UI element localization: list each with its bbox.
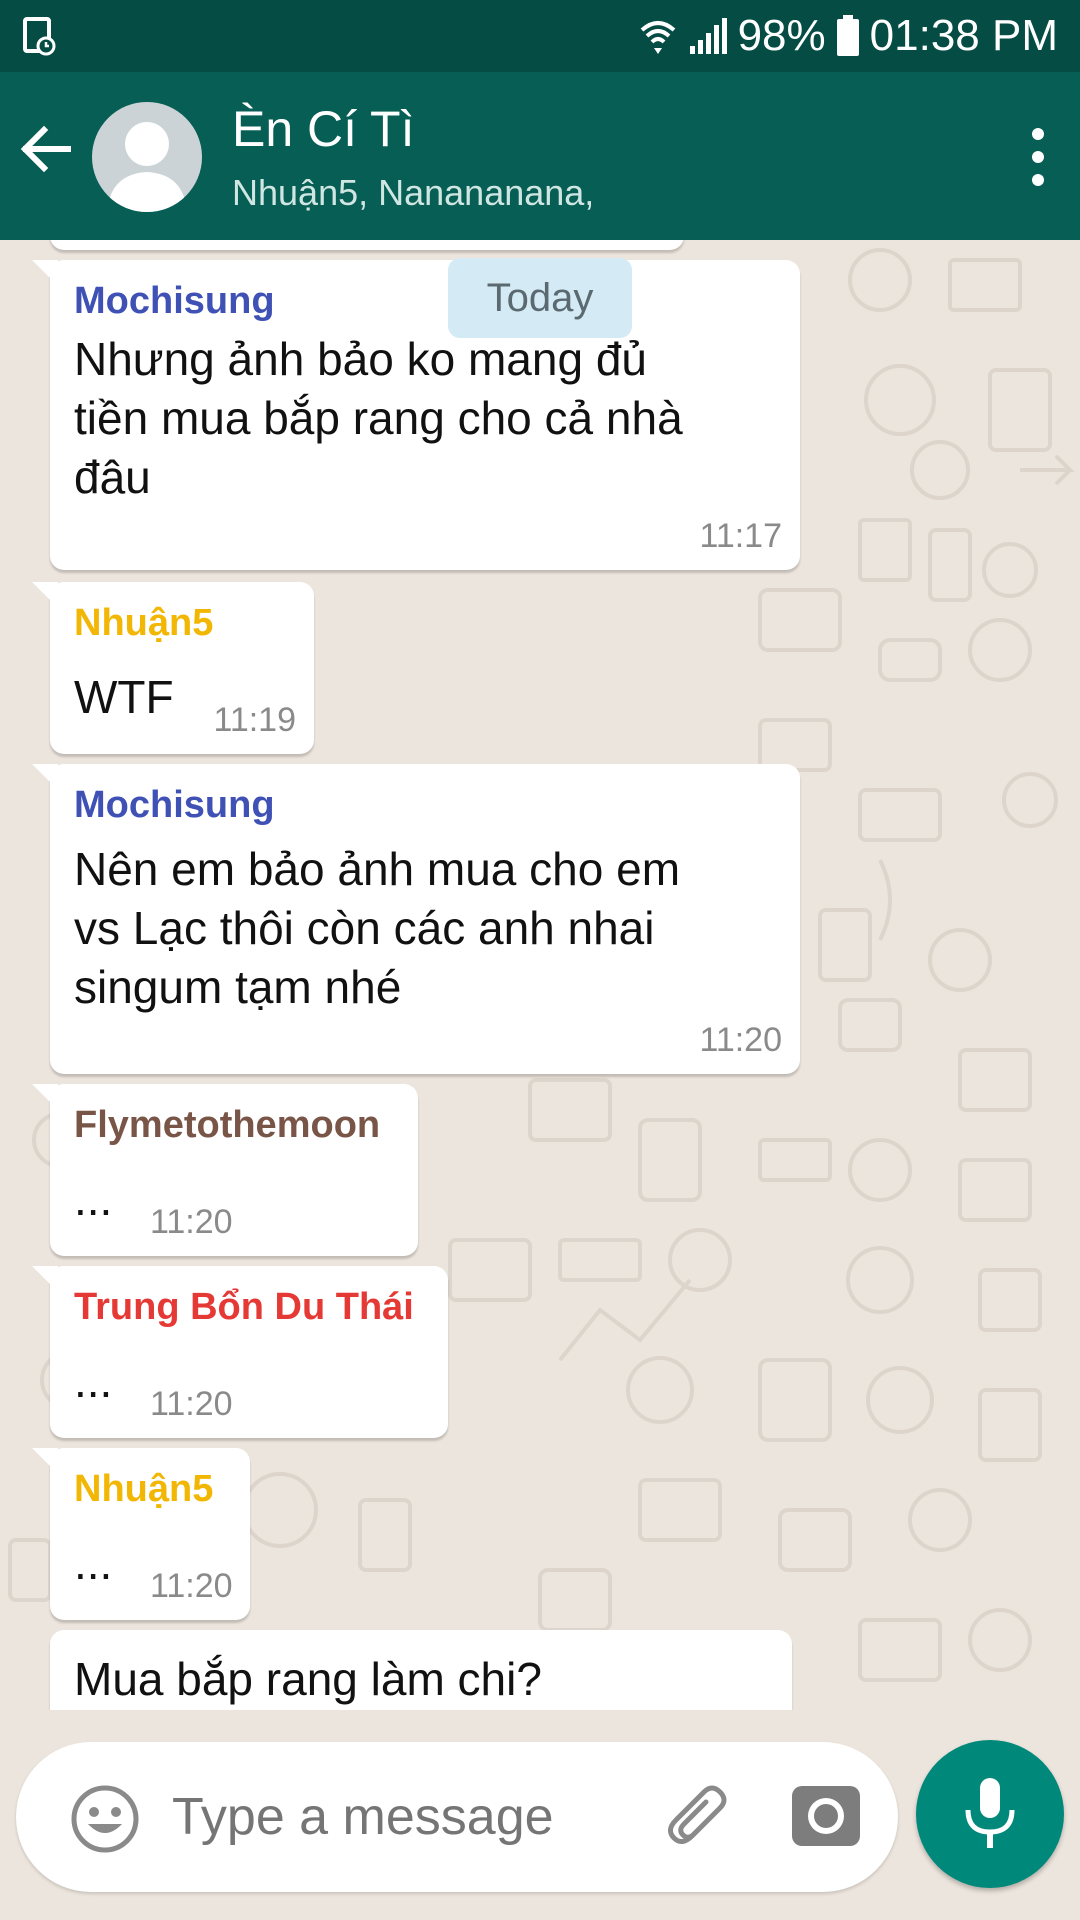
composer-bar <box>0 1710 1080 1920</box>
date-divider: Today <box>448 258 632 338</box>
message-sender[interactable]: Nhuận5 <box>74 1468 213 1511</box>
message-bubble[interactable]: Mochisung Nhưng ảnh bảo ko mang đủ tiền … <box>32 260 800 570</box>
message-text: WTF <box>74 671 174 723</box>
more-vert-icon[interactable] <box>1018 122 1058 192</box>
group-avatar[interactable] <box>92 102 202 212</box>
message-text: Mua bắp rang làm chi? <box>74 1653 542 1705</box>
wifi-icon <box>638 16 678 56</box>
message-bubble[interactable]: Flymetothemoon ... 11:20 <box>32 1084 418 1256</box>
message-bubble[interactable]: Trung Bổn Du Thái ... 11:20 <box>32 1266 448 1438</box>
paperclip-icon[interactable] <box>662 1778 738 1854</box>
message-text: Nhưng ảnh bảo ko mang đủ tiền mua bắp ra… <box>74 333 683 503</box>
message-time: 11:20 <box>150 1385 233 1423</box>
chat-members[interactable]: Nhuận5, Nanananana, <box>232 172 594 214</box>
message-bubble[interactable]: Mochisung Nên em bảo ảnh mua cho em vs L… <box>32 764 800 1074</box>
message-list[interactable]: Mochisung Nhưng ảnh bảo ko mang đủ tiền … <box>0 240 1080 1710</box>
chat-header: Èn Cí Tì Nhuận5, Nanananana, <box>0 72 1080 240</box>
battery-icon <box>836 15 860 57</box>
emoji-icon[interactable] <box>70 1784 140 1854</box>
chat-title[interactable]: Èn Cí Tì <box>232 100 414 158</box>
signal-icon <box>688 16 728 56</box>
message-bubble-partial <box>50 240 684 250</box>
avatar-placeholder-icon <box>107 122 187 212</box>
message-sender[interactable]: Trung Bổn Du Thái <box>74 1286 414 1329</box>
message-bubble[interactable]: Nhuận5 ... 11:20 <box>32 1448 250 1620</box>
camera-icon[interactable] <box>788 1778 864 1854</box>
message-time: 11:20 <box>150 1567 233 1605</box>
message-text: Nên em bảo ảnh mua cho em vs Lạc thôi cò… <box>74 843 681 1013</box>
message-sender[interactable]: Flymetothemoon <box>74 1104 380 1147</box>
message-sender[interactable]: Mochisung <box>74 784 275 827</box>
message-time: 11:20 <box>150 1203 233 1241</box>
status-bar: 98% 01:38 PM <box>0 0 1080 72</box>
message-text: ... <box>74 1537 113 1589</box>
back-arrow-icon[interactable] <box>18 122 72 176</box>
message-text: ... <box>74 1173 113 1225</box>
message-sender[interactable]: Nhuận5 <box>74 602 213 645</box>
battery-percent: 98% <box>737 11 826 60</box>
message-input-box[interactable] <box>16 1742 898 1892</box>
message-input[interactable] <box>172 1787 622 1847</box>
mic-button[interactable] <box>916 1740 1064 1888</box>
message-text: ... <box>74 1355 113 1407</box>
clock-time: 01:38 PM <box>869 11 1058 60</box>
message-bubble[interactable]: Nhuận5 WTF 11:19 <box>32 582 314 754</box>
notification-icon <box>22 16 56 56</box>
message-time: 11:17 <box>699 517 782 555</box>
message-time: 11:19 <box>213 701 296 739</box>
message-bubble[interactable]: Mua bắp rang làm chi? <box>50 1630 792 1710</box>
message-sender[interactable]: Mochisung <box>74 280 275 323</box>
message-time: 11:20 <box>699 1021 782 1059</box>
mic-icon <box>965 1778 1015 1848</box>
